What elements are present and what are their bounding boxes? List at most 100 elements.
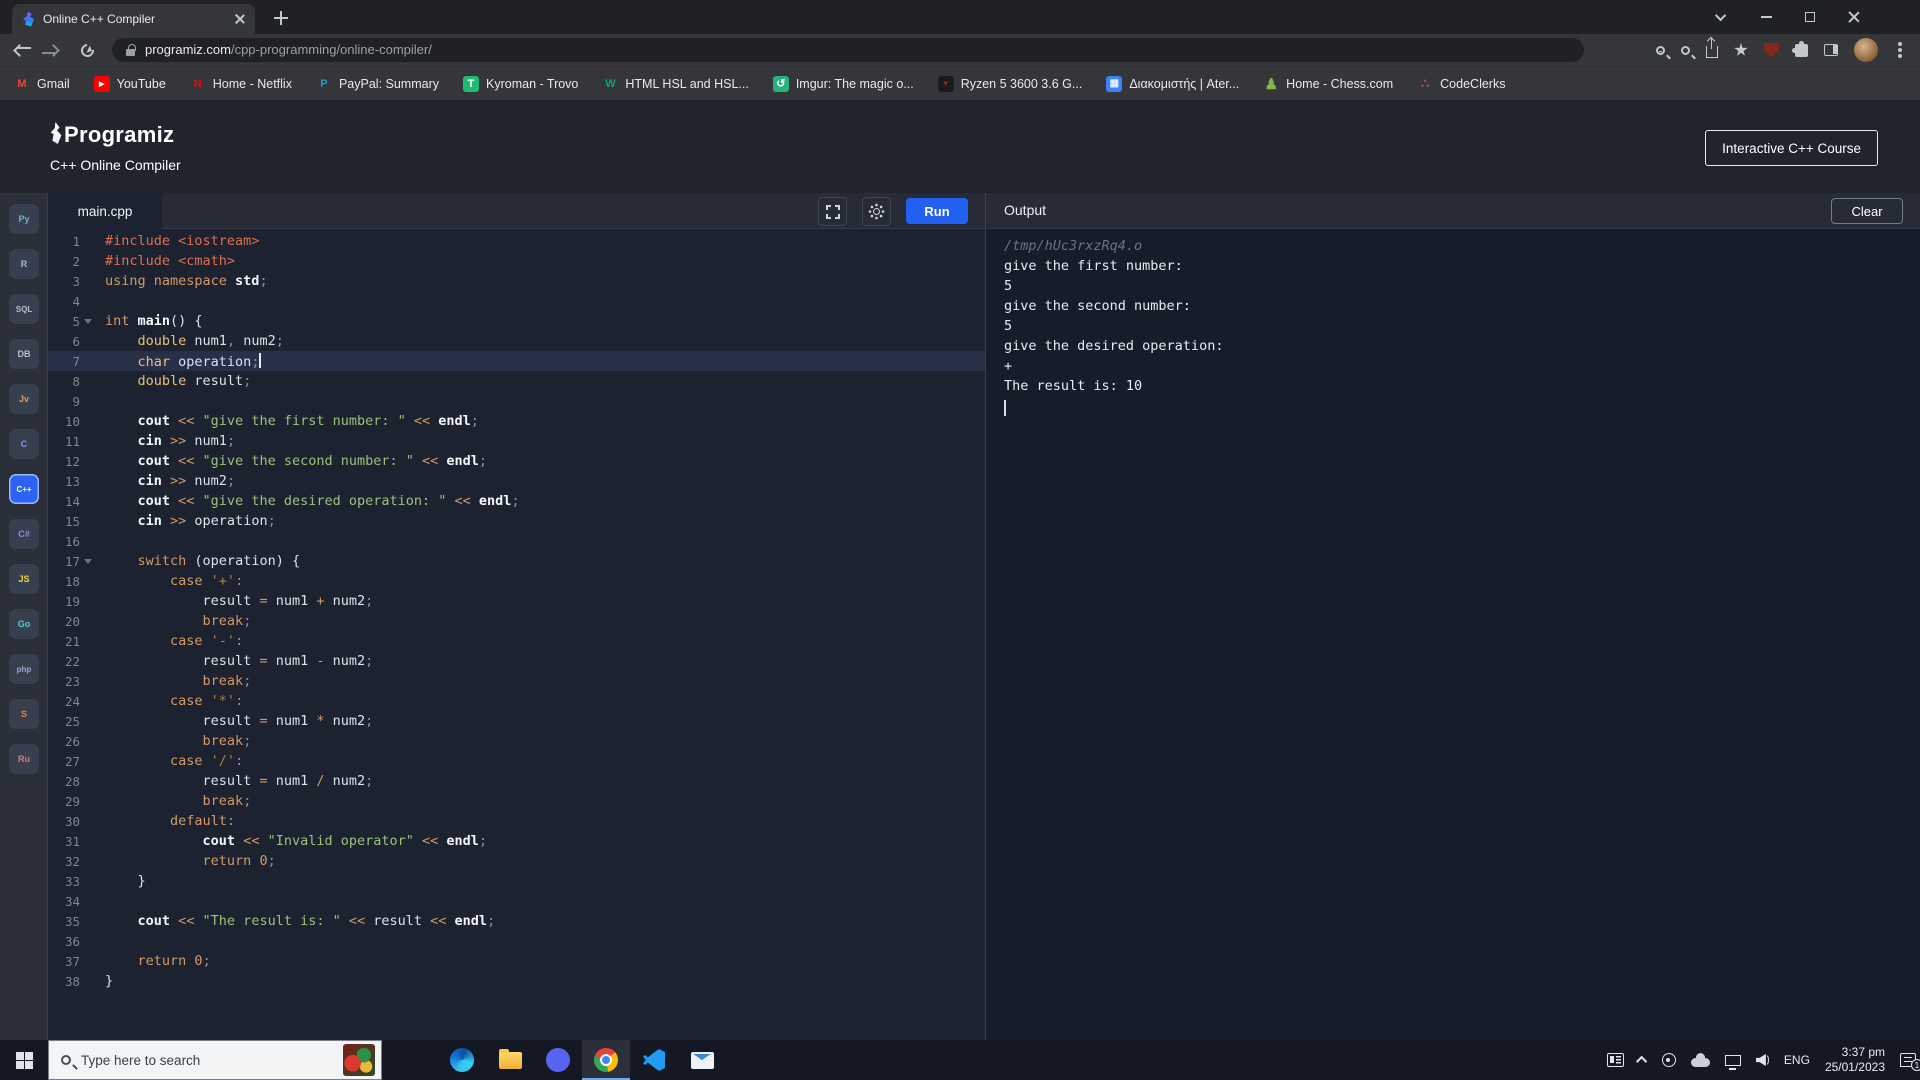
bookmark-item[interactable]: ↺Imgur: The magic o... [773, 76, 914, 92]
code-line-11[interactable]: 11 cin >> num1; [48, 431, 985, 451]
taskbar-search-input[interactable]: Type here to search [48, 1040, 382, 1080]
code-line-38[interactable]: 38} [48, 971, 985, 991]
lock-icon[interactable] [126, 49, 135, 56]
code-line-6[interactable]: 6 double num1, num2; [48, 331, 985, 351]
meet-now-button[interactable] [1662, 1053, 1676, 1067]
zoom-icon[interactable] [1656, 46, 1665, 55]
code-line-31[interactable]: 31 cout << "Invalid operator" << endl; [48, 831, 985, 851]
sidebar-item-rust[interactable]: Ru [9, 744, 39, 774]
taskbar-app-chrome[interactable] [582, 1040, 630, 1080]
code-line-8[interactable]: 8 double result; [48, 371, 985, 391]
browser-tab[interactable]: Online C++ Compiler [12, 4, 255, 34]
code-line-15[interactable]: 15 cin >> operation; [48, 511, 985, 531]
volume-button[interactable] [1756, 1054, 1769, 1066]
bookmark-item[interactable]: ▼Ryzen 5 3600 3.6 G... [938, 76, 1083, 92]
bookmark-item[interactable]: MGmail [14, 76, 70, 92]
sidebar-item-swift[interactable]: S [9, 699, 39, 729]
interactive-course-button[interactable]: Interactive C++ Course [1705, 130, 1878, 166]
browser-menu-icon[interactable] [1898, 48, 1902, 52]
code-line-32[interactable]: 32 return 0; [48, 851, 985, 871]
code-line-10[interactable]: 10 cout << "give the first number: " << … [48, 411, 985, 431]
sidebar-item-database[interactable]: DB [9, 339, 39, 369]
sidebar-item-sql[interactable]: SQL [9, 294, 39, 324]
code-line-18[interactable]: 18 case '+': [48, 571, 985, 591]
sidebar-item-php[interactable]: php [9, 654, 39, 684]
code-line-24[interactable]: 24 case '*': [48, 691, 985, 711]
run-button[interactable]: Run [906, 198, 968, 224]
code-line-16[interactable]: 16 [48, 531, 985, 551]
taskbar-app-mail[interactable] [678, 1040, 726, 1080]
ublock-extension-icon[interactable]: 3 [1764, 43, 1779, 58]
sidebar-item-r[interactable]: R [9, 249, 39, 279]
theme-toggle-button[interactable] [862, 197, 891, 226]
taskbar-clock[interactable]: 3:37 pm 25/01/2023 [1825, 1045, 1885, 1075]
taskbar-app-file-explorer[interactable] [486, 1040, 534, 1080]
taskbar-app-task-view[interactable] [390, 1040, 438, 1080]
sidebar-item-go[interactable]: Go [9, 609, 39, 639]
address-bar[interactable]: programiz.com/cpp-programming/online-com… [112, 38, 1584, 62]
code-line-21[interactable]: 21 case '-': [48, 631, 985, 651]
code-line-17[interactable]: 17 switch (operation) { [48, 551, 985, 571]
forward-button[interactable] [38, 36, 68, 64]
search-icon[interactable] [1681, 46, 1690, 55]
programiz-logo[interactable]: Programiz [50, 122, 174, 148]
bookmark-item[interactable]: NHome - Netflix [190, 76, 292, 92]
fold-marker-icon[interactable] [84, 559, 92, 564]
window-maximize-button[interactable] [1788, 0, 1832, 34]
bookmark-item[interactable]: TKyroman - Trovo [463, 76, 578, 92]
tab-search-button[interactable] [1700, 0, 1744, 34]
sidebar-item-javascript[interactable]: JS [9, 564, 39, 594]
sidebar-item-python[interactable]: Py [9, 204, 39, 234]
taskbar-app-edge[interactable] [438, 1040, 486, 1080]
bookmark-item[interactable]: ▶YouTube [94, 76, 166, 92]
code-line-36[interactable]: 36 [48, 931, 985, 951]
new-tab-button[interactable] [272, 9, 290, 27]
sidebar-item-cpp[interactable]: C++ [9, 474, 39, 504]
code-line-12[interactable]: 12 cout << "give the second number: " <<… [48, 451, 985, 471]
bookmark-item[interactable]: ♟Home - Chess.com [1263, 76, 1393, 92]
search-highlight-icon[interactable] [343, 1044, 375, 1076]
fullscreen-button[interactable] [818, 197, 847, 226]
code-line-4[interactable]: 4 [48, 291, 985, 311]
bookmark-item[interactable]: ∴CodeClerks [1417, 76, 1505, 92]
taskbar-app-discord[interactable] [534, 1040, 582, 1080]
code-line-35[interactable]: 35 cout << "The result is: " << result <… [48, 911, 985, 931]
sidebar-item-csharp[interactable]: C# [9, 519, 39, 549]
code-line-3[interactable]: 3using namespace std; [48, 271, 985, 291]
extensions-puzzle-icon[interactable] [1795, 44, 1808, 57]
code-line-19[interactable]: 19 result = num1 + num2; [48, 591, 985, 611]
sidebar-item-c[interactable]: C [9, 429, 39, 459]
code-line-29[interactable]: 29 break; [48, 791, 985, 811]
code-line-9[interactable]: 9 [48, 391, 985, 411]
start-button[interactable] [0, 1040, 48, 1080]
code-line-28[interactable]: 28 result = num1 / num2; [48, 771, 985, 791]
bookmark-item[interactable]: WHTML HSL and HSL... [602, 76, 748, 92]
code-line-30[interactable]: 30 default: [48, 811, 985, 831]
window-minimize-button[interactable] [1744, 0, 1788, 34]
tab-close-icon[interactable] [235, 14, 245, 24]
code-line-27[interactable]: 27 case '/': [48, 751, 985, 771]
output-console[interactable]: /tmp/hUc3rxzRq4.ogive the first number:5… [986, 229, 1920, 416]
code-line-25[interactable]: 25 result = num1 * num2; [48, 711, 985, 731]
code-line-7[interactable]: 7 char operation; [48, 351, 985, 371]
file-tab-main-cpp[interactable]: main.cpp [48, 193, 162, 229]
code-line-5[interactable]: 5int main() { [48, 311, 985, 331]
clear-button[interactable]: Clear [1831, 198, 1903, 224]
taskbar-app-vscode[interactable] [630, 1040, 678, 1080]
onedrive-button[interactable] [1691, 1053, 1710, 1067]
code-area[interactable]: 1#include <iostream>2#include <cmath>3us… [48, 229, 985, 1040]
bookmark-star-icon[interactable] [1734, 43, 1748, 57]
side-panel-icon[interactable] [1824, 44, 1838, 56]
language-indicator[interactable]: ENG [1784, 1053, 1810, 1067]
code-line-2[interactable]: 2#include <cmath> [48, 251, 985, 271]
share-icon[interactable] [1706, 46, 1718, 58]
code-line-23[interactable]: 23 break; [48, 671, 985, 691]
fold-marker-icon[interactable] [84, 319, 92, 324]
bookmark-item[interactable]: PPayPal: Summary [316, 76, 439, 92]
code-line-37[interactable]: 37 return 0; [48, 951, 985, 971]
tray-expand-button[interactable] [1639, 1056, 1647, 1064]
code-line-33[interactable]: 33 } [48, 871, 985, 891]
bookmark-item[interactable]: ▦Διακομιστής | Ater... [1106, 76, 1239, 92]
network-button[interactable] [1725, 1055, 1741, 1066]
news-and-interests-button[interactable] [1607, 1053, 1624, 1067]
